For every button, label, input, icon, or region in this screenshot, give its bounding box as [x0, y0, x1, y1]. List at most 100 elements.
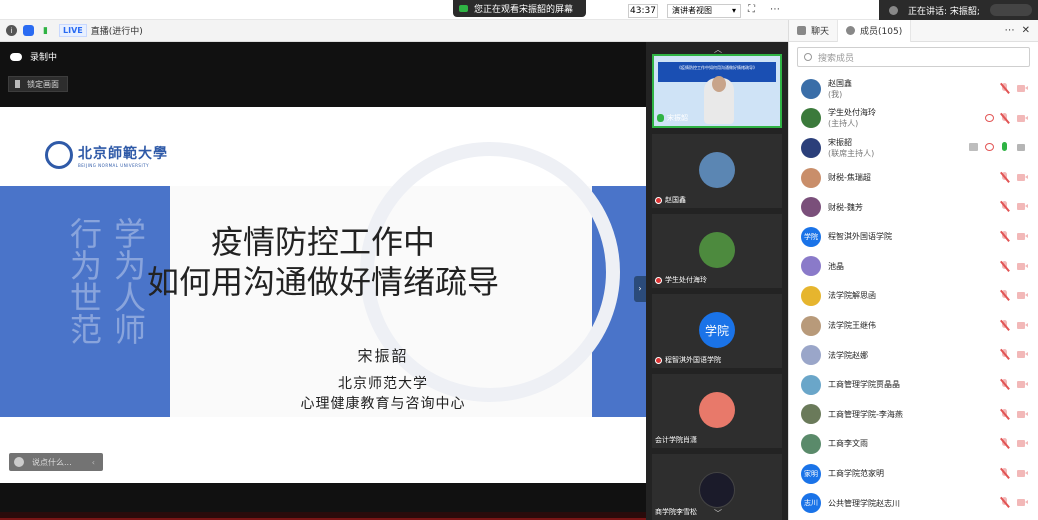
shield-icon[interactable]	[23, 25, 34, 36]
view-mode-select[interactable]: 演讲者视图 ▾	[667, 4, 741, 18]
member-info: 法学院赵娜	[828, 350, 868, 361]
video-tile-presenter[interactable]: 《疫情防控工作中如何用沟通做好情绪疏导》 宋振韶	[652, 54, 782, 128]
pin-icon	[15, 80, 20, 88]
chat-collapse-icon[interactable]: ‹	[92, 458, 95, 467]
screen-share-icon	[459, 5, 468, 12]
member-row[interactable]: 工商管理学院贾晶晶	[789, 370, 1038, 400]
video-tile[interactable]: 会计学院肖潇	[652, 374, 782, 448]
video-tile-name: 宋振韶	[657, 113, 688, 123]
mic-off-icon[interactable]	[1000, 408, 1009, 420]
camera-off-icon[interactable]	[1017, 114, 1028, 123]
member-row[interactable]: 志川 公共管理学院赵志川	[789, 488, 1038, 518]
participant-avatar	[699, 232, 735, 268]
camera-off-icon[interactable]	[1017, 173, 1028, 182]
screen-share-banner[interactable]: 您正在观看宋振韶的屏幕	[453, 0, 586, 17]
member-row[interactable]: 财税-焦瑞超	[789, 163, 1038, 193]
quick-chat-placeholder: 说点什么...	[32, 457, 72, 467]
video-tile-name: 赵国鑫	[655, 195, 686, 205]
video-strip-toggle[interactable]: ›	[634, 276, 646, 302]
mic-off-icon[interactable]	[1000, 467, 1009, 479]
member-row[interactable]: 法学院赵娜	[789, 340, 1038, 370]
spotlight-icon[interactable]	[985, 113, 994, 122]
member-avatar	[801, 285, 821, 306]
camera-on-icon[interactable]	[1017, 143, 1028, 152]
camera-off-icon[interactable]	[1017, 380, 1028, 389]
member-info: 赵国鑫 (我)	[828, 78, 852, 100]
mouse-cursor	[163, 423, 168, 431]
camera-off-icon[interactable]	[1017, 350, 1028, 359]
member-row[interactable]: 工商李文雨	[789, 429, 1038, 459]
mic-off-icon[interactable]	[1000, 438, 1009, 449]
mic-off-icon[interactable]	[1000, 349, 1009, 360]
slide-title-line2: 如何用沟通做好情绪疏导	[146, 263, 499, 301]
chevron-down-icon[interactable]: ﹀	[714, 508, 722, 519]
member-info: 学生处付海玲 (主持人)	[828, 107, 876, 129]
video-tile-name: 学生处付海玲	[655, 275, 707, 285]
mic-off-icon[interactable]	[1000, 319, 1009, 331]
camera-off-icon[interactable]	[1017, 202, 1028, 211]
member-avatar: 志川	[801, 493, 821, 514]
quick-chat-input[interactable]: 说点什么... ‹	[9, 453, 103, 471]
fullscreen-icon[interactable]: ⛶	[748, 4, 755, 15]
lock-view-button[interactable]: 锁定画面	[8, 76, 68, 92]
mic-off-icon[interactable]	[1000, 378, 1009, 390]
tab-members[interactable]: 成员(105)	[838, 19, 912, 42]
video-tile-name-text: 学生处付海玲	[665, 276, 707, 284]
more-icon[interactable]: ⋯	[1005, 25, 1016, 36]
member-name: 工商学院范家明	[828, 469, 884, 479]
member-row[interactable]: 池晶	[789, 252, 1038, 282]
mic-off-icon[interactable]	[1000, 201, 1009, 212]
spotlight-icon[interactable]	[985, 143, 994, 152]
video-strip: ︿ 《疫情防控工作中如何用沟通做好情绪疏导》 宋振韶 赵国鑫 学生处付海玲 学院…	[646, 42, 788, 520]
video-tile[interactable]: 赵国鑫	[652, 134, 782, 208]
member-info: 工商管理学院-李海燕	[828, 409, 903, 420]
chat-icon	[797, 26, 806, 35]
video-tile-name: 会计学院肖潇	[655, 435, 697, 445]
camera-off-icon[interactable]	[1017, 84, 1028, 93]
member-row[interactable]: 学院 程智淇外国语学院	[789, 222, 1038, 252]
camera-off-icon[interactable]	[1017, 439, 1028, 448]
video-tile-name-text: 赵国鑫	[665, 196, 686, 204]
member-row[interactable]: 赵国鑫 (我)	[789, 74, 1038, 104]
camera-off-icon[interactable]	[1017, 321, 1028, 330]
member-row[interactable]: 法学院解思函	[789, 281, 1038, 311]
video-tile[interactable]: 学院 程智淇外国语学院	[652, 294, 782, 368]
meeting-toolbar: i ▮ LIVE 直播(进行中)	[0, 20, 788, 42]
member-search-input[interactable]: 搜索成员	[797, 47, 1030, 67]
emoji-icon[interactable]	[14, 457, 24, 467]
mic-off-icon[interactable]	[1000, 230, 1009, 242]
chevron-down-icon: ▾	[731, 6, 736, 15]
camera-off-icon[interactable]	[1017, 498, 1028, 507]
camera-off-icon[interactable]	[1017, 410, 1028, 419]
mic-on-icon[interactable]	[1002, 142, 1007, 152]
mic-off-icon[interactable]	[1000, 83, 1009, 94]
mic-off-icon[interactable]	[1000, 171, 1009, 183]
mic-off-icon[interactable]	[1000, 497, 1009, 508]
recording-indicator[interactable]: 录制中	[10, 50, 57, 63]
member-row[interactable]: 学生处付海玲 (主持人)	[789, 104, 1038, 134]
signal-icon[interactable]: ▮	[40, 25, 51, 36]
info-icon[interactable]: i	[6, 25, 17, 36]
member-row[interactable]: 宋振韶 (联席主持人)	[789, 133, 1038, 163]
mic-off-icon[interactable]	[1000, 260, 1009, 272]
member-avatar	[801, 345, 821, 366]
camera-off-icon[interactable]	[1017, 291, 1028, 300]
member-row[interactable]: 家明 工商学院范家明	[789, 459, 1038, 489]
recording-text: 录制中	[30, 53, 58, 63]
video-tile[interactable]: 学生处付海玲	[652, 214, 782, 288]
close-icon[interactable]: ✕	[1022, 25, 1030, 36]
tab-chat[interactable]: 聊天	[789, 19, 839, 42]
live-badge[interactable]: LIVE	[59, 24, 87, 37]
member-search-placeholder: 搜索成员	[818, 53, 855, 64]
camera-off-icon[interactable]	[1017, 469, 1028, 478]
camera-off-icon[interactable]	[1017, 232, 1028, 241]
member-avatar: 学院	[801, 226, 821, 247]
member-row[interactable]: 法学院王继伟	[789, 311, 1038, 341]
overflow-icon[interactable]: ⋯	[770, 4, 780, 15]
mic-off-icon[interactable]	[1000, 290, 1009, 301]
camera-off-icon[interactable]	[1017, 262, 1028, 271]
member-row[interactable]: 财税-魏芳	[789, 192, 1038, 222]
mic-off-icon[interactable]	[1000, 112, 1009, 124]
member-row[interactable]: 工商管理学院-李海燕	[789, 400, 1038, 430]
member-info: 宋振韶 (联席主持人)	[828, 137, 874, 159]
